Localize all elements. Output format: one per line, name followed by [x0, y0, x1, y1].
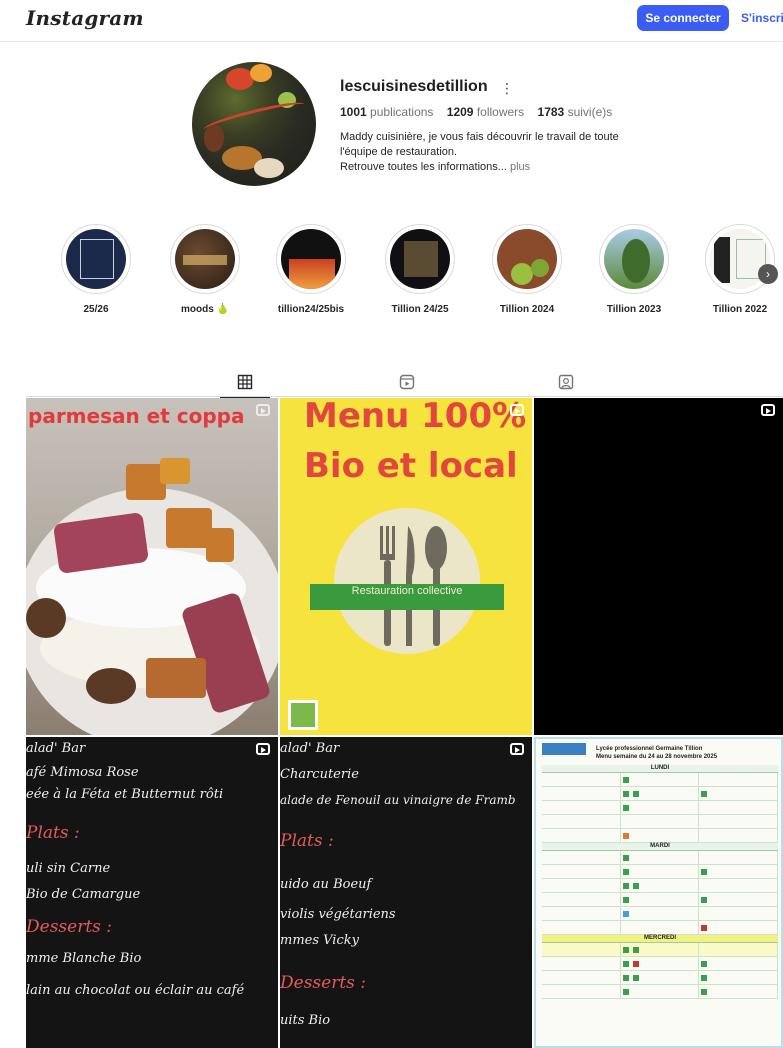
- highlights-next-chevron-icon[interactable]: ›: [758, 264, 778, 284]
- chalk-line: eée à la Féta et Butternut rôti: [26, 787, 224, 802]
- menu-day: LUNDI: [542, 765, 778, 773]
- post-thumbnail-chalkboard-2[interactable]: alad' Bar Charcuterie alade de Fenouil a…: [280, 737, 532, 1048]
- posts-label: publications: [370, 105, 434, 119]
- signup-link[interactable]: S'inscrire: [741, 11, 783, 25]
- post-caption-overlay: parmesan et coppa: [28, 404, 245, 428]
- chalk-line: violis végétariens: [280, 907, 396, 922]
- highlight-label: Tillion 2023: [606, 304, 662, 315]
- chalk-heading: Desserts :: [280, 973, 367, 993]
- chalk-line: alade de Fenouil au vinaigre de Framb: [280, 793, 516, 807]
- reel-badge-icon: [761, 404, 775, 416]
- reel-badge-icon: [510, 743, 524, 755]
- chalk-line: Charcuterie: [280, 767, 359, 782]
- chalk-line: alad' Bar: [26, 741, 86, 756]
- grid-icon: [237, 374, 253, 390]
- highlight-label: 25/26: [83, 304, 109, 315]
- post-thumbnail-menu-bio[interactable]: Menu 100% Bio et local Restauration coll…: [280, 398, 532, 735]
- chalk-heading: Plats :: [26, 823, 80, 843]
- following-count[interactable]: 1783: [538, 105, 565, 119]
- highlight-label: Tillion 2024: [499, 304, 555, 315]
- profile-username: lescuisinesdetillion: [340, 78, 488, 95]
- reel-badge-icon: [256, 743, 270, 755]
- reel-badge-icon: [510, 404, 524, 416]
- chalk-line: alad' Bar: [280, 741, 340, 756]
- chalk-line: uido au Boeuf: [280, 877, 372, 892]
- bio-line: Retrouve toutes les informations...: [340, 161, 507, 173]
- post-thumbnail-weekly-menu[interactable]: Lycée professionnel Germaine Tillion Men…: [534, 737, 783, 1048]
- post-headline: Bio et local: [304, 446, 518, 486]
- chalk-line: Bio de Camargue: [26, 887, 141, 902]
- highlight-item[interactable]: moods 🍐: [165, 224, 245, 315]
- reel-badge-icon: [256, 404, 270, 416]
- bio-more-link[interactable]: plus: [510, 161, 530, 173]
- highlight-label: Tillion 2022: [712, 304, 768, 315]
- chalk-line: mme Blanche Bio: [26, 951, 142, 966]
- chalk-heading: Plats :: [280, 831, 334, 851]
- organic-label-icon: [288, 700, 318, 730]
- post-thumbnail-black[interactable]: [534, 398, 783, 735]
- tab-tagged[interactable]: [541, 368, 591, 396]
- chalk-heading: Desserts :: [26, 917, 113, 937]
- tagged-icon: [558, 374, 574, 390]
- top-bar: Instagram Se connecter S'inscrire: [0, 0, 783, 42]
- highlight-item[interactable]: 25/26: [56, 224, 136, 315]
- instagram-logo[interactable]: Instagram: [26, 6, 144, 30]
- chalk-line: afé Mimosa Rose: [26, 765, 139, 780]
- chalk-line: uits Bio: [280, 1013, 331, 1028]
- profile-bio: Maddy cuisinière, je vous fais découvrir…: [340, 130, 640, 175]
- profile-stats: 1001 publications 1209 followers 1783 su…: [340, 105, 622, 119]
- highlight-item[interactable]: Tillion 2024: [487, 224, 567, 315]
- profile-avatar[interactable]: [192, 62, 316, 186]
- highlight-item[interactable]: tillion24/25bis: [271, 224, 351, 315]
- post-thumbnail-chalkboard-1[interactable]: alad' Bar afé Mimosa Rose eée à la Féta …: [26, 737, 278, 1048]
- menu-day: MERCREDI: [542, 935, 778, 943]
- post-headline: Menu 100%: [304, 398, 527, 436]
- reels-icon: [399, 374, 415, 390]
- menu-day: MARDI: [542, 843, 778, 851]
- highlight-label: moods 🍐: [180, 304, 229, 315]
- more-options-icon[interactable]: ⋮: [500, 80, 514, 97]
- tabs-divider: [26, 396, 783, 397]
- chalk-line: lain au chocolat ou éclair au café: [26, 983, 245, 998]
- chalk-line: uli sin Carne: [26, 861, 111, 876]
- bio-line: Maddy cuisinière, je vous fais découvrir…: [340, 131, 619, 143]
- bio-line: l'équipe de restauration.: [340, 146, 458, 158]
- tab-posts-grid[interactable]: [220, 368, 270, 398]
- chalk-line: mmes Vicky: [280, 933, 359, 948]
- post-thumbnail-parmesan[interactable]: parmesan et coppa: [26, 398, 278, 735]
- highlight-label: tillion24/25bis: [277, 304, 345, 315]
- followers-label[interactable]: followers: [477, 105, 524, 119]
- posts-count: 1001: [340, 105, 367, 119]
- highlight-label: Tillion 24/25: [391, 304, 449, 315]
- school-logo: [542, 743, 586, 755]
- followers-count[interactable]: 1209: [447, 105, 474, 119]
- post-banner: Restauration collective: [310, 584, 504, 610]
- login-button[interactable]: Se connecter: [637, 5, 729, 31]
- menu-doc-table: LUNDI MARDI MERCREDI: [542, 765, 779, 1045]
- highlight-item[interactable]: Tillion 2023: [594, 224, 674, 315]
- following-label[interactable]: suivi(e)s: [568, 105, 613, 119]
- highlight-item[interactable]: Tillion 24/25: [380, 224, 460, 315]
- tab-reels[interactable]: [382, 368, 432, 396]
- menu-doc-header: Lycée professionnel Germaine Tillion Men…: [596, 746, 718, 760]
